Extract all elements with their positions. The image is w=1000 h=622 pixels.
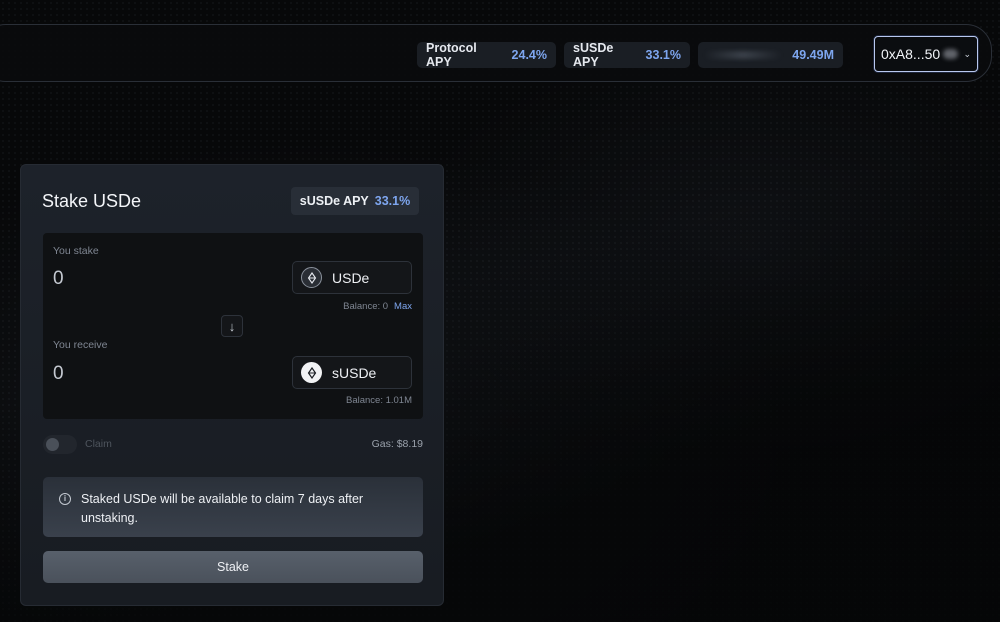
receive-amount: 0 [53,363,64,384]
receive-balance-text: Balance: 1.01M [345,395,412,406]
unstake-notice: i Staked USDe will be available to claim… [43,477,423,537]
tvl-chip: 49.49M [698,42,843,68]
claim-row: Claim Gas: $8.19 [43,435,423,455]
stake-token-selector[interactable]: USDe [292,261,412,294]
receive-balance: Balance: 1.01M [346,395,412,406]
stake-button[interactable]: Stake [43,551,423,583]
swap-panel: You stake 0 USDe Balance: 0 Max ↓ You re… [43,233,423,419]
notice-text: Staked USDe will be available to claim 7… [81,492,364,525]
receive-token-selector[interactable]: sUSDe [292,356,412,389]
card-apy-badge: sUSDe APY 33.1% [291,187,419,215]
claim-toggle[interactable] [43,435,77,454]
page: Protocol APY 24.4% sUSDe APY 33.1% 49.49… [0,0,1000,622]
susde-apy-value: 33.1% [645,48,681,62]
you-stake-label: You stake [53,245,99,257]
max-button[interactable]: Max [394,301,412,312]
redacted-address [943,49,959,59]
susde-apy-label: sUSDe APY [573,41,614,69]
receive-token-name: sUSDe [332,364,377,381]
stake-card: Stake USDe sUSDe APY 33.1% You stake 0 U… [20,164,444,606]
protocol-apy-label: Protocol APY [426,41,477,69]
you-receive-label: You receive [53,339,108,351]
gas-estimate: Gas: $8.19 [371,438,423,450]
wallet-address: 0xA8...50 [881,46,941,62]
wallet-button[interactable]: 0xA8...50 ⌄ [874,36,978,72]
stake-balance: Balance: 0 Max [343,301,412,312]
card-title: Stake USDe [42,191,142,211]
claim-label: Claim [85,438,112,450]
info-icon: i [59,493,71,505]
stake-amount-input[interactable]: 0 [53,268,64,290]
toggle-knob [46,438,59,451]
usde-token-icon [301,267,322,288]
protocol-apy-chip: Protocol APY 24.4% [417,41,556,69]
card-apy-label: sUSDe APY [299,194,369,208]
stake-balance-text: Balance: 0 [343,301,389,312]
susde-apy-chip: sUSDe APY 33.1% [564,41,690,69]
tvl-value: 49.49M [792,48,834,62]
redacted-label [704,51,782,59]
chevron-down-icon: ⌄ [963,48,971,59]
stake-token-name: USDe [332,269,370,286]
card-apy-value: 33.1% [374,194,411,208]
susde-token-icon [301,362,322,383]
arrow-down-icon[interactable]: ↓ [221,315,243,337]
protocol-apy-value: 24.4% [511,48,547,62]
